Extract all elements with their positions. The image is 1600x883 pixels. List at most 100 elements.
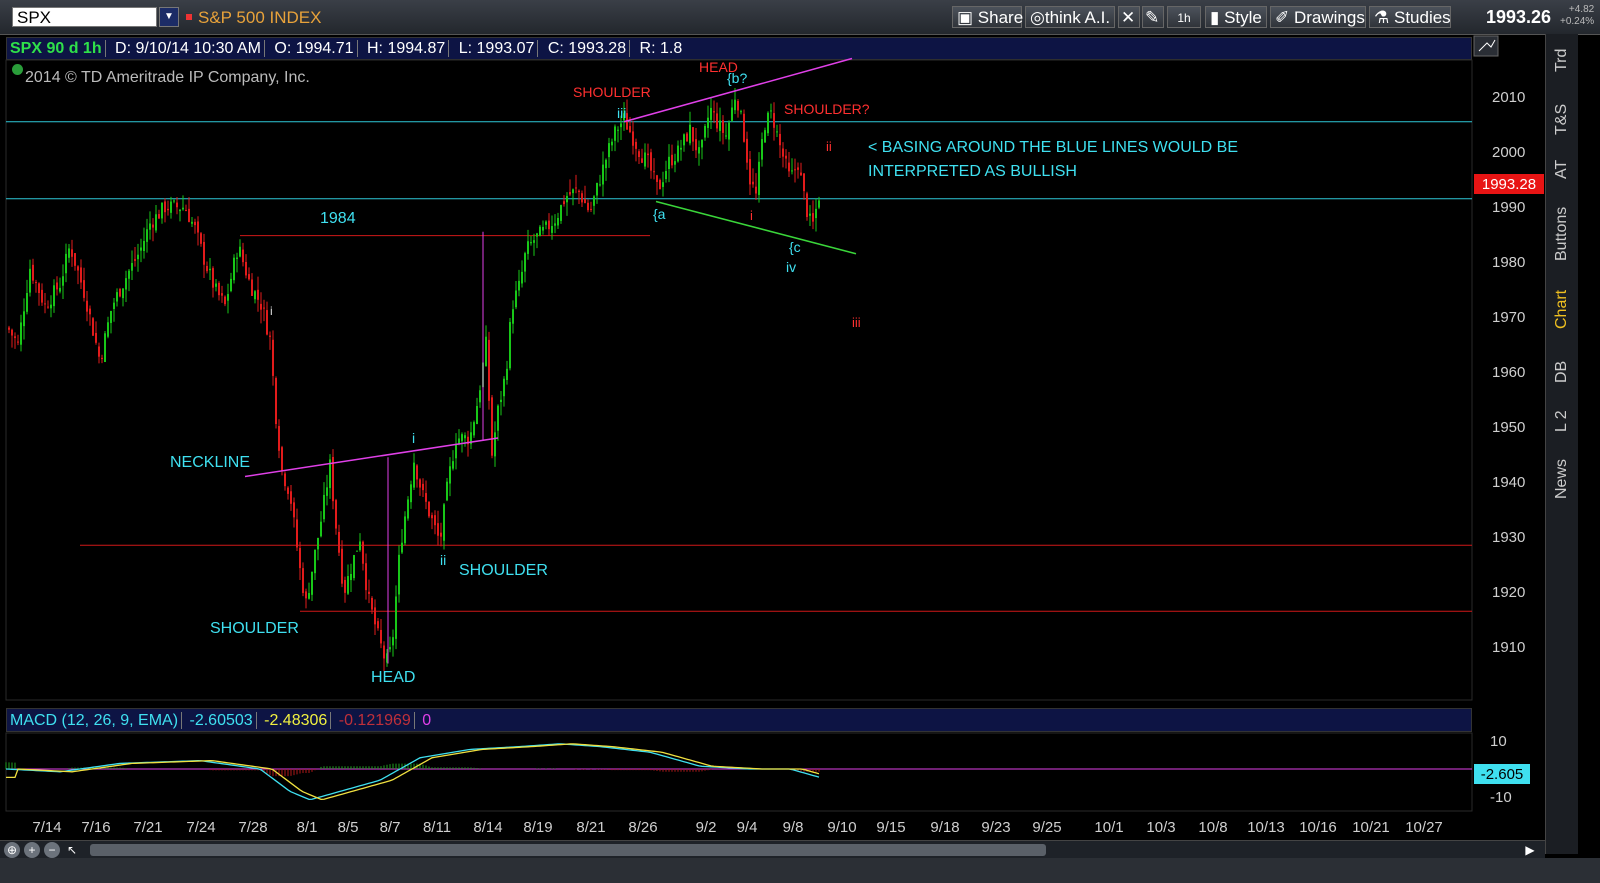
zoom-out-icon[interactable]: − <box>44 842 60 858</box>
candle-body <box>416 465 418 480</box>
candle-body <box>317 537 319 550</box>
candle-body <box>563 201 565 205</box>
y-tick-label: 1940 <box>1492 474 1525 491</box>
price-tag-label: 1993.28 <box>1482 176 1536 193</box>
y-tick-label: 1910 <box>1492 639 1525 656</box>
tab-db[interactable]: DB <box>1546 354 1578 389</box>
scrollbar-thumb[interactable] <box>90 844 1046 856</box>
x-tick-label: 9/4 <box>737 819 758 836</box>
right-sidebar: Trd T&S AT Buttons Chart DB L 2 News <box>1545 34 1578 854</box>
y-tick-label: 1960 <box>1492 364 1525 381</box>
candle-body <box>755 186 757 194</box>
candle-body <box>104 333 106 363</box>
candle-body <box>362 541 364 564</box>
x-tick-label: 8/19 <box>523 819 552 836</box>
candle-body <box>59 287 61 292</box>
candle-body <box>146 229 148 242</box>
chart-annotation: {a <box>653 206 666 222</box>
candle-body <box>62 276 64 286</box>
candle-body <box>593 196 595 206</box>
chart-settings-icon[interactable] <box>1473 35 1499 57</box>
candle-body <box>407 499 409 519</box>
candle-body <box>437 523 439 536</box>
candle-body <box>32 264 34 281</box>
macd-y-tick-label: -10 <box>1490 789 1512 806</box>
pointer-icon[interactable]: ↖ <box>64 842 80 858</box>
candle-body <box>506 368 508 380</box>
candle-body <box>95 332 97 343</box>
candle-body <box>287 487 289 494</box>
tab-time-and-sales[interactable]: T&S <box>1546 94 1578 144</box>
macd-info-bar: MACD (12, 26, 9, EMA) -2.60503 -2.48306 … <box>6 708 1472 732</box>
x-tick-label: 8/5 <box>338 819 359 836</box>
candle-body <box>359 541 361 551</box>
candle-body <box>281 447 283 471</box>
candle-body <box>371 597 373 610</box>
tab-level2[interactable]: L 2 <box>1546 404 1578 439</box>
candle-body <box>143 240 145 252</box>
candle-body <box>533 240 535 243</box>
candle-body <box>743 113 745 142</box>
macd-value: -2.60503 <box>186 712 257 729</box>
tab-buttons[interactable]: Buttons <box>1546 199 1578 269</box>
tab-chart[interactable]: Chart <box>1546 284 1578 334</box>
candle-body <box>221 293 223 296</box>
chart-annotation: ii <box>826 139 832 154</box>
zoom-in-icon[interactable]: + <box>24 842 40 858</box>
candle-body <box>752 181 754 185</box>
chart-annotation: HEAD <box>371 669 415 686</box>
tab-at[interactable]: AT <box>1546 154 1578 184</box>
candle-body <box>269 335 271 337</box>
candle-body <box>713 111 715 113</box>
candle-body <box>794 169 796 171</box>
candle-body <box>173 200 175 202</box>
candle-body <box>509 322 511 369</box>
candle-body <box>818 200 820 208</box>
candle-body <box>74 253 76 266</box>
candle-body <box>722 120 724 133</box>
candle-body <box>737 100 739 111</box>
scroll-right-icon[interactable]: ▶ <box>1522 842 1538 858</box>
candle-body <box>161 202 163 219</box>
candle-body <box>434 515 436 526</box>
x-tick-label: 9/8 <box>783 819 804 836</box>
candle-body <box>569 191 571 195</box>
x-tick-label: 9/23 <box>981 819 1010 836</box>
candle-body <box>128 270 130 279</box>
candle-body <box>401 542 403 553</box>
x-tick-label: 7/21 <box>133 819 162 836</box>
tab-news[interactable]: News <box>1546 454 1578 504</box>
candle-body <box>692 127 694 142</box>
candle-body <box>53 285 55 307</box>
x-tick-label: 8/7 <box>380 819 401 836</box>
candle-body <box>134 259 136 261</box>
chart-annotation: i <box>750 208 753 223</box>
x-tick-label: 8/26 <box>628 819 657 836</box>
y-tick-label: 1990 <box>1492 199 1525 216</box>
candle-body <box>479 390 481 403</box>
candle-body <box>554 223 556 226</box>
candle-body <box>323 494 325 520</box>
x-tick-label: 10/21 <box>1352 819 1390 836</box>
candle-body <box>260 303 262 310</box>
candle-body <box>485 336 487 366</box>
candle-body <box>614 126 616 141</box>
candle-body <box>254 291 256 300</box>
candle-body <box>170 201 172 213</box>
candle-body <box>443 504 445 541</box>
candle-body <box>92 318 94 336</box>
candle-body <box>773 113 775 128</box>
zoom-all-icon[interactable]: ⊕ <box>4 842 20 858</box>
candle-body <box>488 339 490 401</box>
candle-body <box>785 155 787 159</box>
candle-body <box>608 143 610 158</box>
chart-scrollbar[interactable]: ⊕ + − ↖ ▶ <box>0 840 1545 859</box>
candle-body <box>341 548 343 584</box>
candle-body <box>347 576 349 594</box>
macd-avg: -2.48306 <box>261 712 332 729</box>
candle-body <box>641 158 643 163</box>
candle-body <box>233 257 235 281</box>
candle-body <box>326 487 328 496</box>
candle-body <box>41 289 43 303</box>
tab-trd[interactable]: Trd <box>1546 40 1578 80</box>
